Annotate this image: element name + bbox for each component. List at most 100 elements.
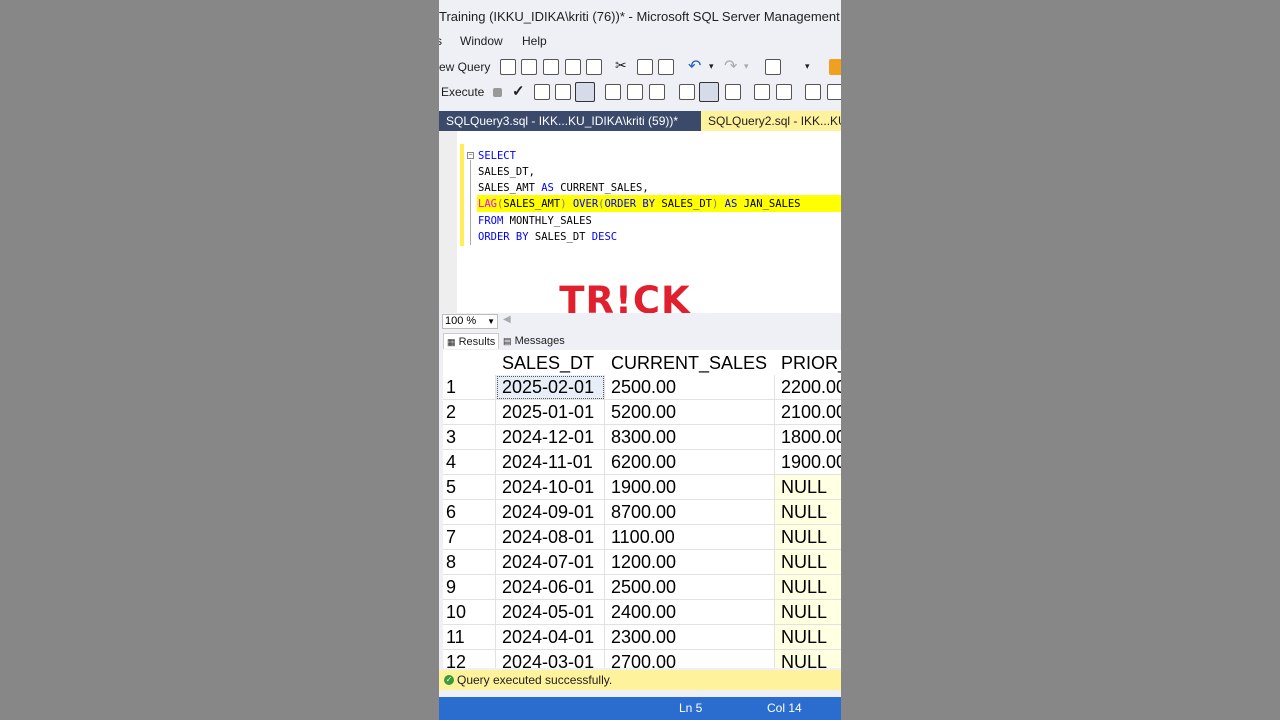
table-cell[interactable]: NULL	[775, 500, 841, 525]
table-row[interactable]: 3 2024-12-01 8300.00 1800.00	[443, 425, 841, 450]
include-plan-icon[interactable]	[627, 84, 643, 100]
table-cell[interactable]: 6200.00	[605, 450, 775, 475]
new-query-button[interactable]: ew Query	[439, 60, 490, 74]
client-stats-icon[interactable]	[649, 84, 665, 100]
xmla-query-icon[interactable]	[565, 59, 581, 75]
column-header-sales-dt[interactable]: SALES_DT	[502, 350, 594, 374]
table-cell[interactable]: 2024-05-01	[496, 600, 605, 625]
table-row[interactable]: 6 2024-09-01 8700.00 NULL	[443, 500, 841, 525]
table-cell[interactable]: 2300.00	[605, 625, 775, 650]
stop-icon[interactable]	[493, 88, 502, 97]
paste-icon[interactable]	[658, 59, 674, 75]
table-cell[interactable]: NULL	[775, 550, 841, 575]
results-to-text-icon[interactable]	[679, 84, 695, 100]
table-cell[interactable]: 2024-09-01	[496, 500, 605, 525]
table-cell[interactable]: 1800.00	[775, 425, 841, 450]
mdx-query-icon[interactable]	[521, 59, 537, 75]
table-row[interactable]: 9 2024-06-01 2500.00 NULL	[443, 575, 841, 600]
intellisense-icon[interactable]	[605, 84, 621, 100]
undo-icon[interactable]: ↶	[688, 56, 704, 75]
table-cell[interactable]: 1100.00	[605, 525, 775, 550]
undo-dropdown-icon[interactable]: ▾	[709, 61, 725, 77]
table-row[interactable]: 4 2024-11-01 6200.00 1900.00	[443, 450, 841, 475]
results-to-grid-icon[interactable]	[699, 82, 719, 102]
table-cell[interactable]: 8300.00	[605, 425, 775, 450]
table-cell[interactable]: NULL	[775, 575, 841, 600]
table-row[interactable]: 11 2024-04-01 2300.00 NULL	[443, 625, 841, 650]
scroll-left-icon[interactable]: ◀	[503, 314, 511, 325]
paren: )	[560, 198, 573, 210]
redo-icon[interactable]: ↷	[724, 56, 740, 75]
dax-query-icon[interactable]	[586, 59, 602, 75]
table-cell[interactable]: 2500.00	[605, 575, 775, 600]
column-header-current-sales[interactable]: CURRENT_SALES	[611, 350, 767, 374]
indent-icon[interactable]	[805, 84, 821, 100]
table-cell[interactable]: 2024-06-01	[496, 575, 605, 600]
parse-check-icon[interactable]: ✓	[512, 82, 528, 100]
table-cell[interactable]: 8700.00	[605, 500, 775, 525]
table-row[interactable]: 7 2024-08-01 1100.00 NULL	[443, 525, 841, 550]
table-cell[interactable]: 2024-11-01	[496, 450, 605, 475]
table-cell[interactable]: 1200.00	[605, 550, 775, 575]
identifier: CURRENT_SALES,	[553, 182, 649, 194]
results-to-file-icon[interactable]	[575, 82, 595, 102]
execute-button[interactable]: Execute	[441, 85, 484, 99]
table-row[interactable]: 12 2024-03-01 2700.00 NULL	[443, 650, 841, 668]
redo-dropdown-icon[interactable]: ▾	[744, 61, 760, 77]
table-cell[interactable]: 2024-04-01	[496, 625, 605, 650]
tab-sqlquery2[interactable]: SQLQuery2.sql - IKK...KU_IDIKA\kriti	[701, 111, 841, 131]
code-line-5: FROM MONTHLY_SALES	[478, 213, 838, 229]
table-cell[interactable]: 2025-01-01	[496, 400, 605, 425]
table-cell[interactable]: 2025-02-01	[496, 375, 605, 400]
menu-item-tools[interactable]: s	[439, 34, 442, 48]
cut-icon[interactable]: ✂	[615, 57, 631, 73]
table-row[interactable]: 10 2024-05-01 2400.00 NULL	[443, 600, 841, 625]
column-header-prior[interactable]: PRIOR_	[781, 350, 841, 374]
table-cell[interactable]: 2400.00	[605, 600, 775, 625]
table-cell[interactable]: NULL	[775, 525, 841, 550]
table-cell[interactable]: 2024-08-01	[496, 525, 605, 550]
table-cell[interactable]: NULL	[775, 600, 841, 625]
table-row[interactable]: 1 2025-02-01 2500.00 2200.00	[443, 375, 841, 400]
dmx-query-icon[interactable]	[543, 59, 559, 75]
collapse-icon[interactable]: −	[467, 152, 474, 159]
menu-item-window[interactable]: Window	[460, 34, 503, 48]
menu-item-help[interactable]: Help	[522, 34, 547, 48]
properties-icon[interactable]	[829, 59, 841, 75]
copy-icon[interactable]	[637, 59, 653, 75]
table-cell[interactable]: 2700.00	[605, 650, 775, 668]
display-plan-icon[interactable]	[534, 84, 550, 100]
table-cell[interactable]: NULL	[775, 475, 841, 500]
row-number: 8	[443, 550, 496, 575]
uncomment-icon[interactable]	[776, 84, 792, 100]
comment-icon[interactable]	[754, 84, 770, 100]
table-cell[interactable]: NULL	[775, 625, 841, 650]
table-cell[interactable]: NULL	[775, 650, 841, 668]
table-cell[interactable]: 1900.00	[605, 475, 775, 500]
toolbar-dropdown-icon[interactable]: ▾	[805, 61, 821, 77]
outdent-icon[interactable]	[827, 84, 841, 100]
tab-messages[interactable]: ▤ Messages	[501, 333, 565, 349]
table-cell[interactable]: 2024-03-01	[496, 650, 605, 668]
query-options-icon[interactable]	[555, 84, 571, 100]
table-row[interactable]: 5 2024-10-01 1900.00 NULL	[443, 475, 841, 500]
table-cell[interactable]: 5200.00	[605, 400, 775, 425]
query-icon[interactable]	[500, 59, 516, 75]
table-cell[interactable]: 2500.00	[605, 375, 775, 400]
activity-monitor-icon[interactable]	[765, 59, 781, 75]
table-cell[interactable]: 1900.00	[775, 450, 841, 475]
table-cell[interactable]: 2100.00	[775, 400, 841, 425]
tab-sqlquery3[interactable]: SQLQuery3.sql - IKK...KU_IDIKA\kriti (59…	[439, 111, 701, 131]
table-cell[interactable]: 2024-07-01	[496, 550, 605, 575]
table-cell[interactable]: 2024-10-01	[496, 475, 605, 500]
table-row[interactable]: 2 2025-01-01 5200.00 2100.00	[443, 400, 841, 425]
results-grid[interactable]: SALES_DT CURRENT_SALES PRIOR_ 12025-02-0…	[443, 350, 841, 668]
zoom-select[interactable]: 100 % ▼	[442, 314, 498, 329]
results-to-file2-icon[interactable]	[725, 84, 741, 100]
table-row[interactable]: 8 2024-07-01 1200.00 NULL	[443, 550, 841, 575]
status-message: Query executed successfully.	[457, 673, 613, 687]
code-line-3: SALES_AMT AS CURRENT_SALES,	[478, 180, 838, 196]
table-cell[interactable]: 2200.00	[775, 375, 841, 400]
table-cell[interactable]: 2024-12-01	[496, 425, 605, 450]
tab-results[interactable]: ▦ Results	[443, 333, 499, 349]
